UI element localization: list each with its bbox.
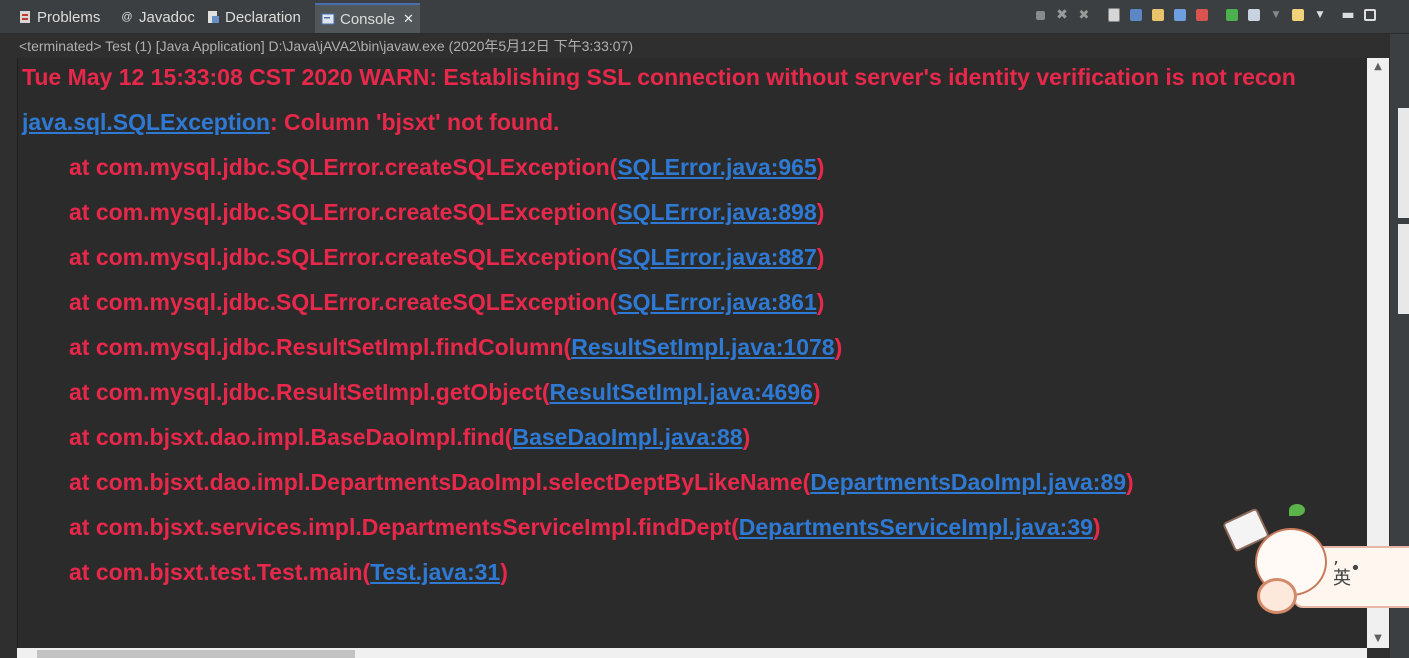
console-output[interactable]: Tue May 12 15:33:08 CST 2020 WARN: Estab… [17,58,1368,648]
swirl-icon [1257,578,1297,614]
stack-frame-paren: ) [834,334,843,360]
stack-frame: at com.mysql.jdbc.SQLError.createSQLExce… [69,199,824,226]
stack-frame-method: at com.bjsxt.test.Test.main( [69,559,371,585]
stack-frame-method: at com.mysql.jdbc.SQLError.createSQLExce… [69,199,618,225]
stack-frame-paren: ) [1126,469,1134,495]
leaf-icon [1289,504,1305,516]
tab-console[interactable]: Console ✕ [315,3,420,33]
show-on-stdout-icon[interactable] [1171,6,1189,24]
stack-frame-paren: ) [816,244,825,270]
horizontal-scrollbar-thumb[interactable] [37,650,355,658]
console-status-line: <terminated> Test (1) [Java Application]… [0,34,1390,58]
tab-label: Javadoc [139,8,195,26]
minimize-icon[interactable]: ▬ [1339,6,1357,24]
stack-frame-paren: ) [742,424,751,450]
tab-declaration[interactable]: Declaration [206,4,301,30]
stack-frame: at com.bjsxt.services.impl.DepartmentsSe… [69,514,1101,541]
show-on-stderr-icon[interactable] [1193,6,1211,24]
stack-frame-paren: ) [812,379,821,405]
stack-frame: at com.bjsxt.test.Test.main(Test.java:31… [69,559,508,586]
console-view-tabbar: Problems @ Javadoc Declaration Console ✕… [0,0,1409,34]
stack-frame-method: at com.mysql.jdbc.SQLError.createSQLExce… [69,154,618,180]
problems-icon [18,10,32,24]
declaration-icon [206,10,220,24]
console-icon [321,12,335,26]
stack-frame: at com.mysql.jdbc.SQLError.createSQLExce… [69,154,824,181]
stack-frame-link[interactable]: SQLError.java:861 [617,289,816,315]
stack-frame-link[interactable]: DepartmentsDaoImpl.java:89 [810,469,1126,495]
chevron-down-icon[interactable]: ▼ [1311,6,1329,24]
stack-frame: at com.bjsxt.dao.impl.BaseDaoImpl.find(B… [69,424,750,451]
remove-launch-icon[interactable]: ✖ [1053,6,1071,24]
tab-label: Problems [37,8,101,26]
stack-frame-link[interactable]: ResultSetImpl.java:1078 [571,334,834,360]
stack-frame-link[interactable]: DepartmentsServiceImpl.java:39 [739,514,1093,540]
chevron-down-icon[interactable]: ▼ [1267,6,1285,24]
stack-frame-method: at com.mysql.jdbc.SQLError.createSQLExce… [69,289,618,315]
stack-frame-link[interactable]: SQLError.java:898 [617,199,816,225]
tab-label: Console [340,10,396,28]
tab-javadoc[interactable]: @ Javadoc [120,4,195,30]
stack-frame: at com.mysql.jdbc.ResultSetImpl.findColu… [69,334,842,361]
stack-frame-method: at com.bjsxt.dao.impl.DepartmentsDaoImpl… [69,469,811,495]
display-selected-console-icon[interactable] [1245,6,1263,24]
stack-frame-link[interactable]: ResultSetImpl.java:4696 [550,379,813,405]
stack-frame-link[interactable]: SQLError.java:965 [617,154,816,180]
ime-punct-indicator: ’, • [1333,558,1361,579]
stack-frame: at com.mysql.jdbc.ResultSetImpl.getObjec… [69,379,821,406]
stack-frame-paren: ) [500,559,508,585]
javadoc-icon: @ [121,11,133,23]
stack-frame-method: at com.bjsxt.dao.impl.BaseDaoImpl.find( [69,424,513,450]
stack-frame-method: at com.mysql.jdbc.ResultSetImpl.getObjec… [69,379,550,405]
open-console-icon[interactable] [1289,6,1307,24]
console-warn-line: Tue May 12 15:33:08 CST 2020 WARN: Estab… [22,64,1296,90]
word-wrap-icon[interactable] [1149,6,1167,24]
stack-frame-paren: ) [816,199,825,225]
scroll-down-icon[interactable]: ▼ [1367,630,1389,648]
exception-line: java.sql.SQLException: Column 'bjsxt' no… [22,109,559,136]
stack-frame-paren: ) [816,289,825,315]
stack-frame: at com.bjsxt.dao.impl.DepartmentsDaoImpl… [69,469,1134,496]
stack-frame-link[interactable]: BaseDaoImpl.java:88 [512,424,742,450]
remove-all-terminated-icon[interactable]: ✖ [1075,6,1093,24]
stack-frame-link[interactable]: SQLError.java:887 [617,244,816,270]
exception-message: : Column 'bjsxt' not found. [269,109,560,135]
scroll-lock-icon[interactable] [1127,6,1145,24]
ime-mascot-sticker[interactable]: 英 ’, • [1222,500,1409,620]
stack-frame-method: at com.mysql.jdbc.ResultSetImpl.findColu… [69,334,572,360]
stack-frame-link[interactable]: Test.java:31 [370,559,500,585]
maximize-icon[interactable] [1361,6,1379,24]
pin-console-icon[interactable] [1223,6,1241,24]
stack-frame-method: at com.bjsxt.services.impl.DepartmentsSe… [69,514,739,540]
scroll-up-icon[interactable]: ▲ [1367,58,1389,76]
stack-frame: at com.mysql.jdbc.SQLError.createSQLExce… [69,244,824,271]
exception-link[interactable]: java.sql.SQLException [22,109,270,135]
tab-problems[interactable]: Problems [18,4,100,30]
stack-frame: at com.mysql.jdbc.SQLError.createSQLExce… [69,289,824,316]
tab-label: Declaration [225,8,301,26]
stack-frame-paren: ) [1092,514,1101,540]
stack-frame-method: at com.mysql.jdbc.SQLError.createSQLExce… [69,244,618,270]
stack-frame-paren: ) [816,154,825,180]
console-toolbar: ✖ ✖ ▼ ▼ ▬ [1031,6,1379,24]
terminate-icon[interactable] [1031,6,1049,24]
clear-console-icon[interactable] [1105,6,1123,24]
close-icon[interactable]: ✕ [403,11,414,27]
horizontal-scrollbar[interactable] [17,648,1367,658]
